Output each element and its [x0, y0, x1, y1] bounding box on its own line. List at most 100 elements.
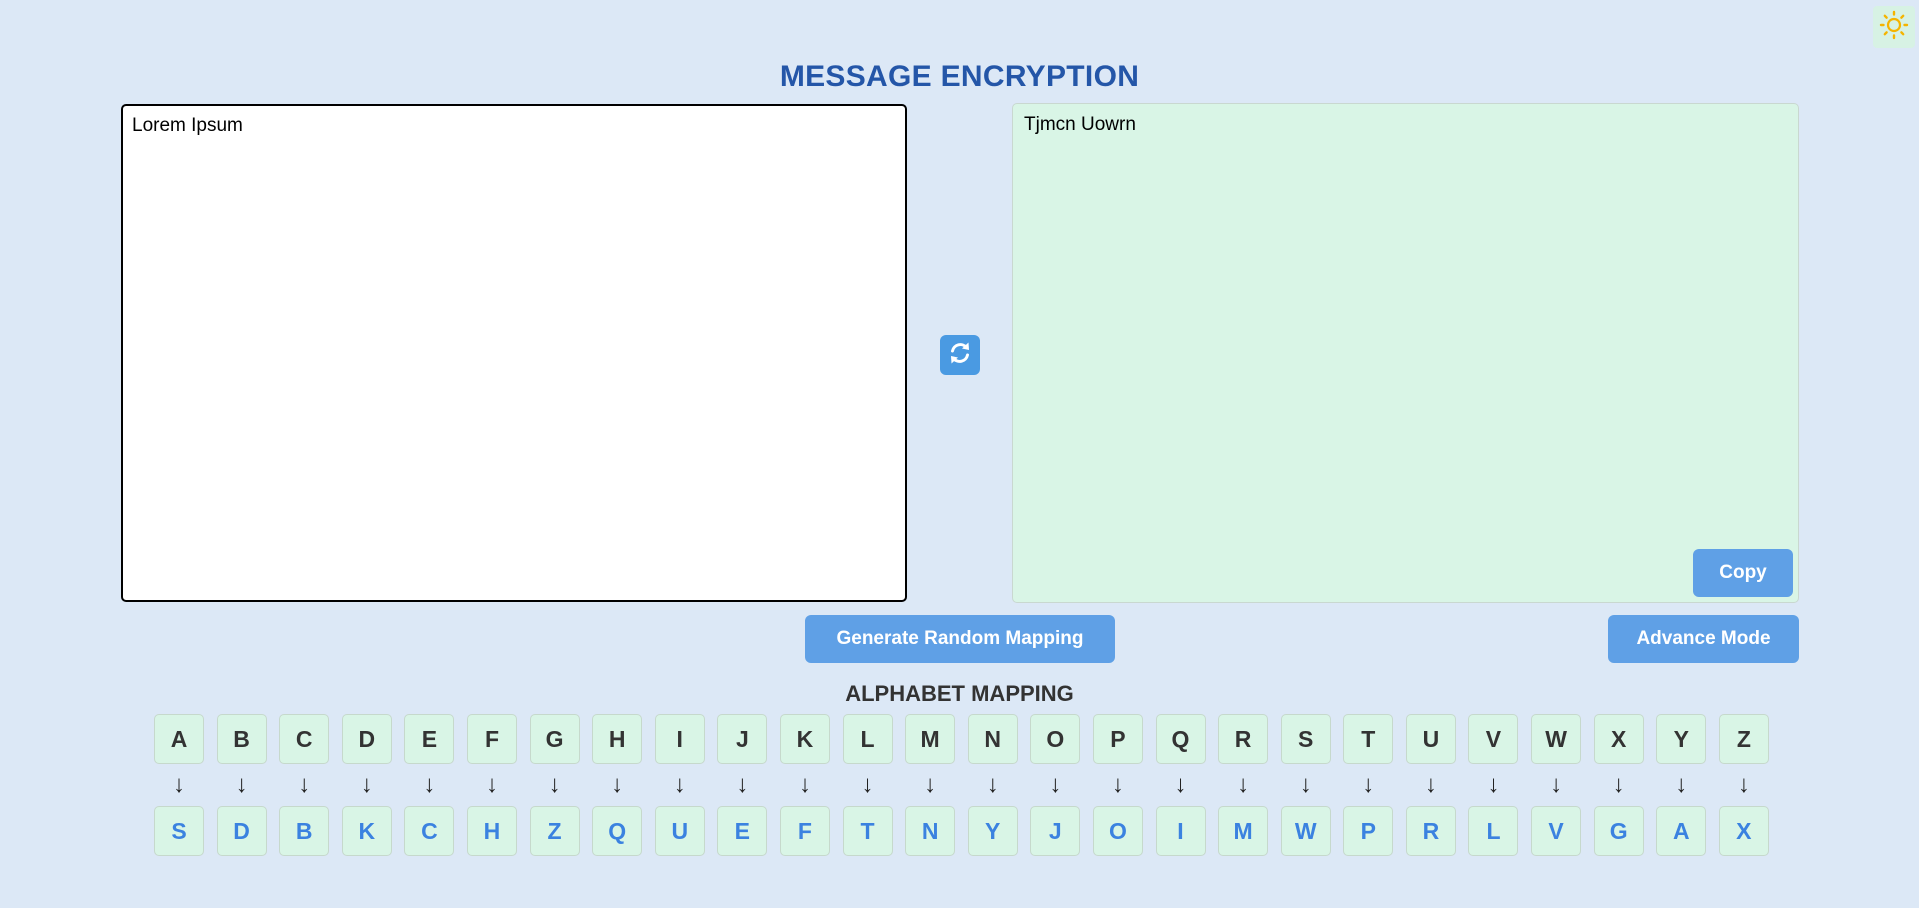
mapped-letter[interactable]: E — [717, 806, 768, 856]
mapped-letter[interactable]: X — [1718, 806, 1769, 856]
mapping-column: U ↓ R — [1405, 714, 1456, 856]
mapped-letter[interactable]: O — [1092, 806, 1143, 856]
down-arrow-icon: ↓ — [548, 771, 561, 798]
mapping-column: C ↓ B — [279, 714, 330, 856]
source-letter: S — [1280, 714, 1331, 764]
mapping-column: S ↓ W — [1280, 714, 1331, 856]
generate-random-mapping-button[interactable]: Generate Random Mapping — [805, 615, 1115, 663]
advance-mode-button[interactable]: Advance Mode — [1608, 615, 1799, 663]
plaintext-input[interactable]: Lorem Ipsum — [121, 104, 907, 602]
mapping-column: Z ↓ X — [1718, 714, 1769, 856]
source-letter: C — [279, 714, 330, 764]
source-letter: L — [842, 714, 893, 764]
mapped-letter[interactable]: L — [1468, 806, 1519, 856]
source-letter: Z — [1718, 714, 1769, 764]
mapping-column: X ↓ G — [1593, 714, 1644, 856]
mapped-letter[interactable]: N — [905, 806, 956, 856]
refresh-icon — [946, 339, 974, 372]
copy-button[interactable]: Copy — [1693, 549, 1793, 597]
mapped-letter[interactable]: R — [1405, 806, 1456, 856]
mapping-column: G ↓ Z — [529, 714, 580, 856]
source-letter: M — [905, 714, 956, 764]
mapped-letter[interactable]: G — [1593, 806, 1644, 856]
source-letter: G — [529, 714, 580, 764]
source-letter: E — [404, 714, 455, 764]
down-arrow-icon: ↓ — [673, 771, 686, 798]
source-letter: D — [341, 714, 392, 764]
source-letter: W — [1531, 714, 1582, 764]
mapping-column: H ↓ Q — [592, 714, 643, 856]
down-arrow-icon: ↓ — [1737, 771, 1750, 798]
source-letter: Q — [1155, 714, 1206, 764]
mapping-column: L ↓ T — [842, 714, 893, 856]
down-arrow-icon: ↓ — [173, 771, 185, 798]
down-arrow-icon: ↓ — [986, 771, 999, 798]
mapped-letter[interactable]: B — [279, 806, 330, 856]
mapped-letter[interactable]: J — [1030, 806, 1081, 856]
mapping-column: Q ↓ I — [1155, 714, 1206, 856]
down-arrow-icon: ↓ — [360, 771, 373, 798]
mapped-letter[interactable]: A — [1656, 806, 1707, 856]
down-arrow-icon: ↓ — [1675, 771, 1688, 798]
mapped-letter[interactable]: I — [1155, 806, 1206, 856]
down-arrow-icon: ↓ — [298, 771, 311, 798]
mapped-letter[interactable]: Q — [592, 806, 643, 856]
source-letter: H — [592, 714, 643, 764]
mapped-letter[interactable]: C — [404, 806, 455, 856]
down-arrow-icon: ↓ — [924, 771, 937, 798]
down-arrow-icon: ↓ — [1487, 771, 1500, 798]
mapped-letter[interactable]: D — [216, 806, 267, 856]
swap-button[interactable] — [940, 335, 980, 375]
down-arrow-icon: ↓ — [1612, 771, 1625, 798]
source-letter: J — [717, 714, 768, 764]
mapping-title: ALPHABET MAPPING — [845, 681, 1074, 706]
down-arrow-icon: ↓ — [1362, 771, 1375, 798]
mapped-letter[interactable]: F — [779, 806, 830, 856]
mapped-letter[interactable]: K — [341, 806, 392, 856]
source-letter: O — [1030, 714, 1081, 764]
down-arrow-icon: ↓ — [1237, 771, 1250, 798]
mapped-letter[interactable]: Z — [529, 806, 580, 856]
mapping-column: V ↓ L — [1468, 714, 1519, 856]
source-letter: R — [1218, 714, 1269, 764]
theme-toggle-button[interactable] — [1873, 6, 1915, 48]
mapping-column: F ↓ H — [466, 714, 517, 856]
source-letter: P — [1092, 714, 1143, 764]
mapping-column: R ↓ M — [1218, 714, 1269, 856]
down-arrow-icon: ↓ — [861, 771, 874, 798]
mapped-letter[interactable]: T — [842, 806, 893, 856]
mapping-column: K ↓ F — [779, 714, 830, 856]
source-letter: T — [1343, 714, 1394, 764]
down-arrow-icon: ↓ — [1174, 771, 1187, 798]
down-arrow-icon: ↓ — [1424, 771, 1437, 798]
mapped-letter[interactable]: W — [1280, 806, 1331, 856]
source-letter: X — [1593, 714, 1644, 764]
source-letter: Y — [1656, 714, 1707, 764]
mapped-letter[interactable]: U — [654, 806, 705, 856]
mapping-column: M ↓ N — [905, 714, 956, 856]
mapping-column: W ↓ V — [1531, 714, 1582, 856]
source-letter: V — [1468, 714, 1519, 764]
mapping-column: J ↓ E — [717, 714, 768, 856]
mapped-letter[interactable]: H — [466, 806, 517, 856]
mapped-letter[interactable]: P — [1343, 806, 1394, 856]
source-letter: U — [1405, 714, 1456, 764]
mapping-column: B ↓ D — [216, 714, 267, 856]
ciphertext-text: Tjmcn Uowrn — [1024, 114, 1136, 135]
source-letter: F — [466, 714, 517, 764]
down-arrow-icon: ↓ — [1550, 771, 1563, 798]
down-arrow-icon: ↓ — [736, 771, 749, 798]
mapping-column: Y ↓ A — [1656, 714, 1707, 856]
mapped-letter[interactable]: S — [154, 806, 204, 856]
alphabet-mapping-grid: A ↓ S B ↓ D C ↓ B D ↓ K E ↓ C F ↓ H G ↓ Z H ↓ Q I ↓ U J ↓ E K ↓ F L ↓ T M ↓ N N… — [154, 714, 1769, 856]
down-arrow-icon: ↓ — [611, 771, 624, 798]
mapped-letter[interactable]: V — [1531, 806, 1582, 856]
mapping-column: T ↓ P — [1343, 714, 1394, 856]
mapping-column: D ↓ K — [341, 714, 392, 856]
mapped-letter[interactable]: M — [1218, 806, 1269, 856]
mapping-column: E ↓ C — [404, 714, 455, 856]
mapping-column: P ↓ O — [1092, 714, 1143, 856]
down-arrow-icon: ↓ — [1111, 771, 1124, 798]
mapped-letter[interactable]: Y — [967, 806, 1018, 856]
source-letter: I — [654, 714, 705, 764]
